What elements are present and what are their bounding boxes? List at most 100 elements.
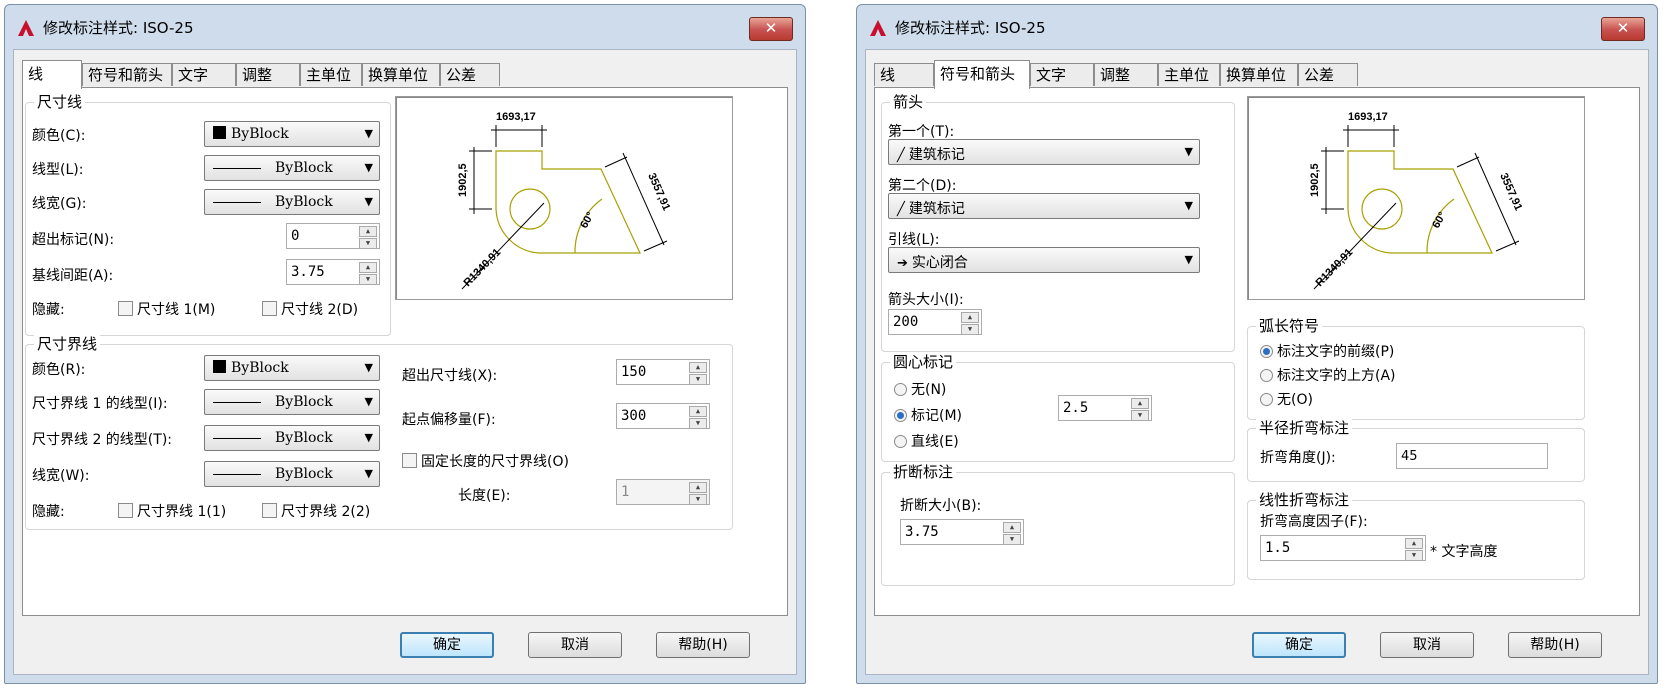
close-icon: ✕	[764, 19, 778, 37]
group-title: 箭头	[890, 93, 927, 111]
tab-symbols-arrows[interactable]: 符号和箭头	[934, 60, 1030, 89]
autocad-logo-icon	[18, 20, 34, 36]
break-size-input[interactable]: 3.75 ▲ ▼	[900, 519, 1024, 545]
spinner-arrows-icon[interactable]: ▲ ▼	[359, 226, 377, 249]
hide-dim-line-2-checkbox[interactable]: 尺寸线 2(D)	[262, 299, 358, 319]
preview-radius: R1340,91	[462, 246, 504, 289]
linetype-select[interactable]: ByBlock ▼	[204, 155, 380, 181]
dropdown-arrow-icon: ▼	[1184, 253, 1193, 266]
hide-dim-line-1-checkbox[interactable]: 尺寸线 1(M)	[118, 299, 215, 319]
tab-fit[interactable]: 调整	[236, 63, 300, 86]
tab-text[interactable]: 文字	[1030, 63, 1094, 86]
baseline-spacing-input[interactable]: 3.75 ▲ ▼	[286, 259, 380, 285]
tab-lines[interactable]: 线	[22, 60, 82, 89]
extend-beyond-input[interactable]: 150 ▲ ▼	[616, 359, 710, 385]
group-title: 尺寸界线	[34, 335, 101, 353]
spinner-arrows-icon[interactable]: ▲ ▼	[359, 262, 377, 285]
jog-height-input[interactable]: 1.5 ▲ ▼	[1260, 535, 1426, 561]
tab-alternate-units[interactable]: 换算单位	[362, 63, 440, 86]
ext1-linetype-select[interactable]: ByBlock ▼	[204, 389, 380, 415]
center-line-radio[interactable]: 直线(E)	[894, 431, 959, 451]
ext-color-label: 颜色(R):	[32, 362, 86, 378]
tab-fit[interactable]: 调整	[1094, 63, 1158, 86]
dropdown-arrow-icon: ▼	[364, 431, 373, 444]
group-title: 弧长符号	[1256, 317, 1323, 335]
group-title: 尺寸线	[34, 93, 86, 111]
arc-prefix-radio[interactable]: 标注文字的前缀(P)	[1260, 341, 1394, 361]
ext-color-select[interactable]: ByBlock ▼	[204, 355, 380, 381]
arrow-size-input[interactable]: 200 ▲ ▼	[888, 309, 982, 335]
second-arrow-select[interactable]: ╱ 建筑标记 ▼	[888, 193, 1200, 219]
tab-alternate-units[interactable]: 换算单位	[1220, 63, 1298, 86]
tab-symbols-arrows[interactable]: 符号和箭头	[82, 63, 172, 86]
spinner-arrows-icon[interactable]: ▲ ▼	[689, 482, 707, 505]
spinner-arrows-icon[interactable]: ▲ ▼	[1405, 538, 1423, 561]
first-arrow-select[interactable]: ╱ 建筑标记 ▼	[888, 139, 1200, 165]
dropdown-arrow-icon: ▼	[364, 161, 373, 174]
tab-page-lines: 尺寸线 颜色(C): ByBlock ▼ 线型(L): ByBlock ▼ 线宽(G…	[22, 87, 788, 616]
ext-weight-label: 线宽(W):	[32, 468, 90, 484]
fixed-length-checkbox[interactable]: 固定长度的尺寸界线(O)	[402, 451, 569, 471]
hide-ext-line-1-checkbox[interactable]: 尺寸界线 1(1)	[118, 501, 226, 521]
center-mark-radio[interactable]: 标记(M)	[894, 405, 962, 425]
spinner-arrows-icon[interactable]: ▲ ▼	[1131, 398, 1149, 421]
lineweight-select[interactable]: ByBlock ▼	[204, 189, 380, 215]
window-title: 修改标注样式: ISO-25	[895, 19, 1046, 37]
style-preview: 1693,17 1902,5 3557,91 60° R1340,91	[1247, 96, 1585, 300]
center-size-input[interactable]: 2.5 ▲ ▼	[1058, 395, 1152, 421]
ext2-linetype-select[interactable]: ByBlock ▼	[204, 425, 380, 451]
ext-weight-select[interactable]: ByBlock ▼	[204, 461, 380, 487]
jog-angle-input[interactable]: 45	[1396, 443, 1548, 469]
tab-primary-units[interactable]: 主单位	[1158, 63, 1220, 86]
tab-tolerances[interactable]: 公差	[440, 63, 500, 86]
preview-radius: R1340,91	[1314, 246, 1356, 289]
group-title: 线性折弯标注	[1256, 491, 1353, 509]
ok-button[interactable]: 确定	[1252, 632, 1346, 658]
arc-above-radio[interactable]: 标注文字的上方(A)	[1260, 365, 1396, 385]
extend-ticks-input[interactable]: 0 ▲ ▼	[286, 223, 380, 249]
tab-text[interactable]: 文字	[172, 63, 236, 86]
spinner-arrows-icon[interactable]: ▲ ▼	[689, 406, 707, 429]
spinner-arrows-icon[interactable]: ▲ ▼	[1003, 522, 1021, 545]
ok-button[interactable]: 确定	[400, 632, 494, 658]
jog-height-suffix: * 文字高度	[1430, 544, 1498, 560]
autocad-logo-icon	[870, 20, 886, 36]
length-input[interactable]: 1 ▲ ▼	[616, 479, 710, 505]
spinner-arrows-icon[interactable]: ▲ ▼	[961, 312, 979, 335]
tab-primary-units[interactable]: 主单位	[300, 63, 362, 86]
preview-dim-top: 1693,17	[1348, 111, 1388, 123]
tab-page-symbols: 箭头 第一个(T): ╱ 建筑标记 ▼ 第二个(D): ╱ 建筑标记 ▼ 引线(L): …	[874, 87, 1640, 616]
title-bar[interactable]: 修改标注样式: ISO-25 ✕	[857, 5, 1657, 49]
cancel-button[interactable]: 取消	[528, 632, 622, 658]
arc-none-radio[interactable]: 无(O)	[1260, 389, 1313, 409]
cancel-button[interactable]: 取消	[1380, 632, 1474, 658]
group-ext-lines: 尺寸界线 颜色(R): ByBlock ▼ 尺寸界线 1 的线型(I): ByBl…	[25, 335, 733, 530]
color-select[interactable]: ByBlock ▼	[204, 121, 380, 147]
dropdown-arrow-icon: ▼	[1184, 145, 1193, 158]
help-button[interactable]: 帮助(H)	[1508, 632, 1602, 658]
tab-tolerances[interactable]: 公差	[1298, 63, 1358, 86]
style-preview: 1693,17 1902,5 3557,91 60° R1340,91	[395, 96, 733, 300]
center-none-radio[interactable]: 无(N)	[894, 379, 946, 399]
dropdown-arrow-icon: ▼	[364, 467, 373, 480]
preview-drawing: 1693,17 1902,5 3557,91 60° R1340,91	[457, 111, 672, 290]
jog-angle-label: 折弯角度(J):	[1260, 450, 1336, 466]
origin-offset-input[interactable]: 300 ▲ ▼	[616, 403, 710, 429]
tab-lines[interactable]: 线	[874, 63, 934, 86]
close-button[interactable]: ✕	[749, 17, 793, 41]
spinner-arrows-icon[interactable]: ▲ ▼	[689, 362, 707, 385]
hide-ext-line-2-checkbox[interactable]: 尺寸界线 2(2)	[262, 501, 370, 521]
leader-select[interactable]: ➔ 实心闭合 ▼	[888, 247, 1200, 273]
first-arrow-label: 第一个(T):	[888, 124, 955, 140]
preview-dim-left: 1902,5	[457, 163, 469, 197]
help-button[interactable]: 帮助(H)	[656, 632, 750, 658]
hide-label: 隐藏:	[32, 302, 65, 318]
title-bar[interactable]: 修改标注样式: ISO-25 ✕	[5, 5, 805, 49]
preview-angle: 60°	[578, 210, 597, 230]
dropdown-arrow-icon: ▼	[364, 195, 373, 208]
group-title: 折断标注	[890, 463, 957, 481]
preview-drawing: 1693,17 1902,5 3557,91 60° R1340,91	[1309, 111, 1524, 290]
extend-beyond-label: 超出尺寸线(X):	[402, 368, 498, 384]
group-title: 圆心标记	[890, 353, 957, 371]
close-button[interactable]: ✕	[1601, 17, 1645, 41]
